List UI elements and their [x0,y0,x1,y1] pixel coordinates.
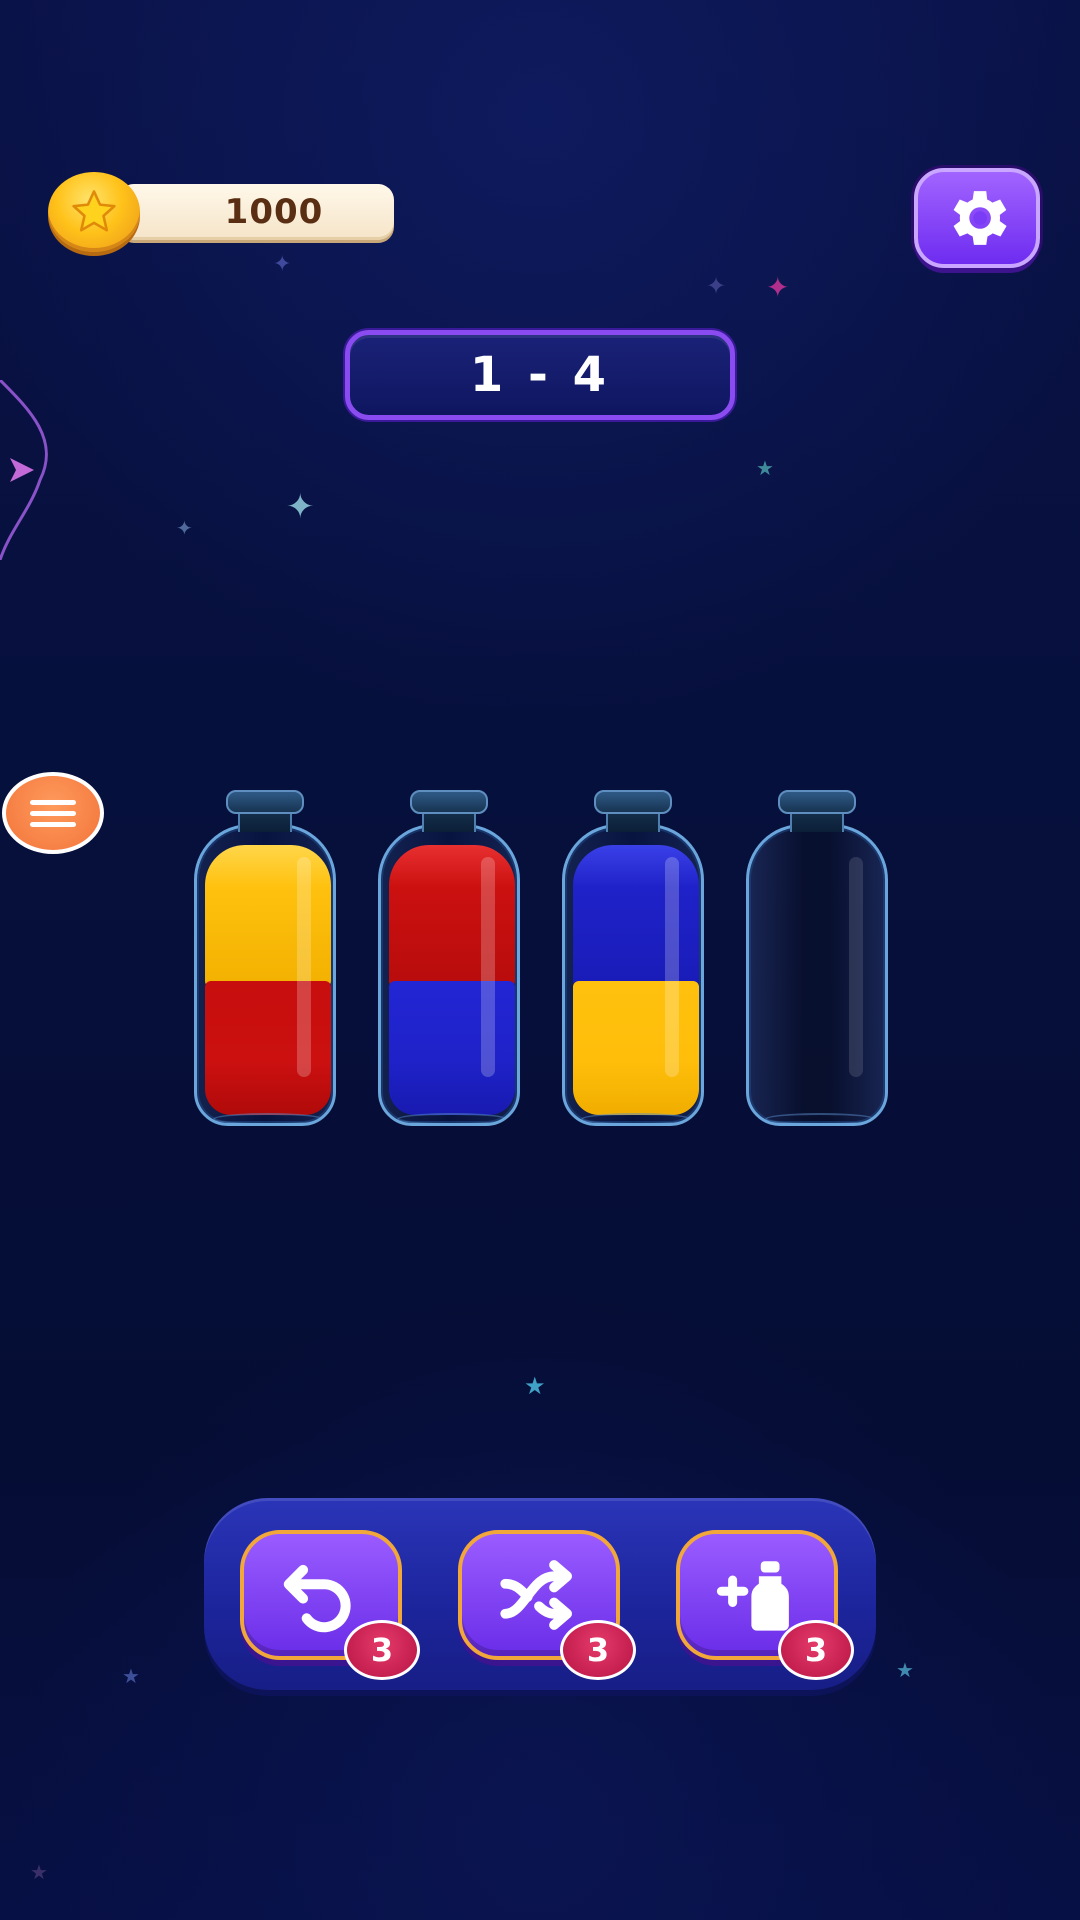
hamburger-menu-icon-line [30,799,76,805]
add-bottle-count-badge: 3 [778,1620,854,1680]
side-panel-arrow-icon[interactable] [0,380,56,560]
star-decoration: ★ [756,456,774,480]
star-decoration: ✦ [273,252,292,277]
bottle-base [213,1113,323,1123]
liquid-layer-red [205,981,331,1115]
liquid-layer-blue [389,981,515,1115]
bottle-3[interactable] [558,780,708,1130]
undo-count-badge: 3 [344,1620,420,1680]
shuffle-icon [500,1560,572,1630]
bottle-glass [746,824,888,1126]
star-decoration: ★ [30,1860,48,1884]
bottle-base [765,1113,875,1123]
bottle-cap [410,790,488,814]
gear-icon [953,191,1007,245]
hamburger-menu-icon-line [30,821,76,827]
bottle-4-empty[interactable] [742,780,892,1130]
liquid-layer-yellow [573,981,699,1115]
bottle-cap [778,790,856,814]
liquid-layer-blue [573,845,699,987]
glass-shine [665,857,679,1077]
level-indicator: 1 - 4 [345,330,735,420]
bottle-base [581,1113,691,1123]
menu-button[interactable] [2,772,104,854]
star-decoration: ✦ [286,487,315,527]
bottle-cap [226,790,304,814]
coin-counter: 1000 [48,172,394,252]
shuffle-count-badge: 3 [560,1620,636,1680]
bottle-base [397,1113,507,1123]
glass-shine [481,857,495,1077]
star-decoration: ✦ [176,516,193,540]
liquid-layer-yellow [205,845,331,987]
glass-shine [849,857,863,1077]
star-coin-icon [48,172,140,252]
star-decoration: ★ [896,1658,914,1682]
bottle-glass [562,824,704,1126]
settings-button[interactable] [914,168,1040,268]
star-decoration: ★ [122,1664,140,1688]
glass-shine [297,857,311,1077]
bottle-glass [378,824,520,1126]
liquid-layer-red [389,845,515,987]
star-decoration: ✦ [706,272,727,300]
star-decoration: ★ [524,1372,546,1400]
bottle-1[interactable] [190,780,340,1130]
coin-value: 1000 [224,192,324,232]
bottle-2[interactable] [374,780,524,1130]
hamburger-menu-icon-line [30,810,76,816]
add-bottle-icon [716,1561,789,1631]
bottle-glass [194,824,336,1126]
bottle-cap [594,790,672,814]
undo-icon [283,1564,351,1633]
star-decoration: ✦ [766,271,790,304]
